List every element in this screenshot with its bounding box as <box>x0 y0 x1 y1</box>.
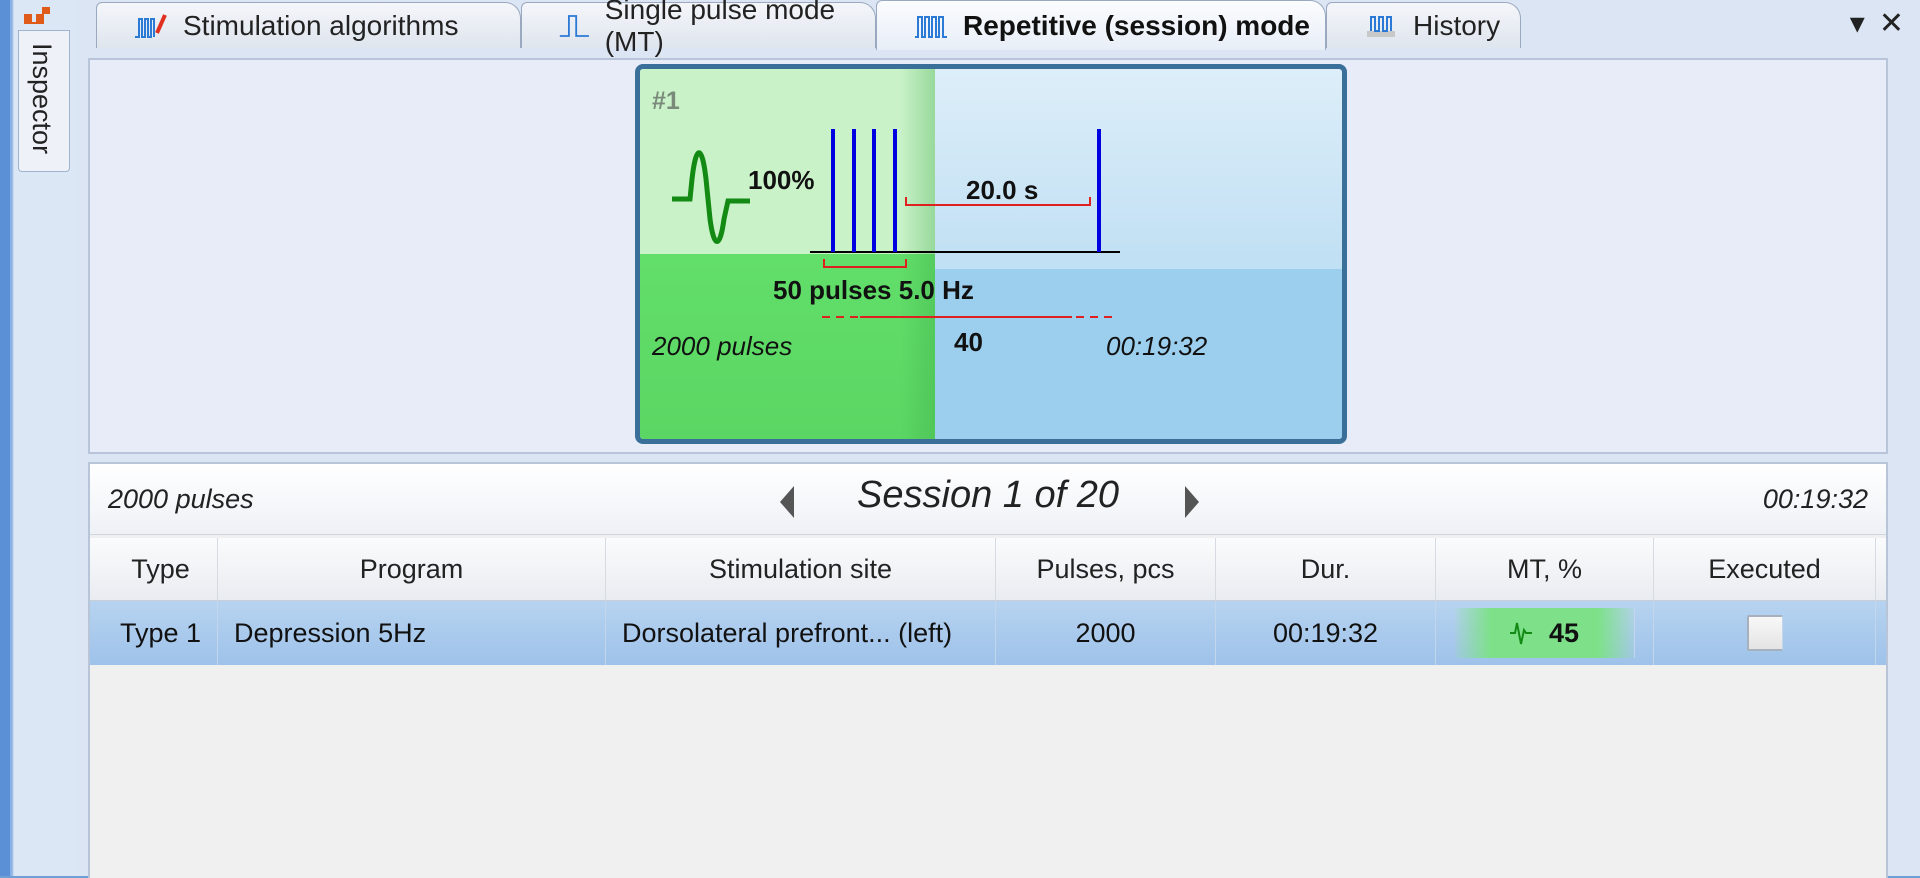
train-bracket <box>823 259 907 268</box>
session-title: Session 1 of 20 <box>857 474 1119 516</box>
waveform-icon <box>672 150 750 244</box>
tab-label: History <box>1413 9 1501 41</box>
session-duration: 00:19:32 <box>1762 484 1868 514</box>
window-edge <box>0 0 10 876</box>
header-pulses[interactable]: Pulses, pcs <box>996 538 1216 600</box>
tab-label: Repetitive (session) mode <box>963 9 1310 41</box>
tab-controls: ▾ ✕ <box>1850 6 1904 41</box>
table-header: Type Program Stimulation site Pulses, pc… <box>90 538 1886 601</box>
session-navigation-bar: 2000 pulses Session 1 of 20 00:19:32 <box>90 464 1886 535</box>
card-interval: 20.0 s <box>966 175 1039 205</box>
cell-pulses: 2000 <box>996 601 1216 665</box>
single-pulse-icon <box>559 14 589 37</box>
tab-repetitive-mode[interactable]: Repetitive (session) mode <box>876 0 1326 50</box>
waveform-icon <box>1509 622 1532 645</box>
session-table: Type Program Stimulation site Pulses, pc… <box>90 538 1886 665</box>
session-table-area: 2000 pulses Session 1 of 20 00:19:32 Typ… <box>88 462 1888 878</box>
executed-checkbox[interactable] <box>1746 615 1783 651</box>
pulse-diagram <box>672 129 1120 318</box>
mt-value: 45 <box>1548 617 1580 648</box>
main-panel: Stimulation algorithms Single pulse mode… <box>78 0 1920 878</box>
cell-mt[interactable]: 45 <box>1436 601 1654 665</box>
card-intensity: 100% <box>748 165 815 195</box>
protocol-card[interactable]: #1 100% 20.0 s 50 pulses 5.0 Hz 40 2000 … <box>635 64 1347 444</box>
header-mt[interactable]: MT, % <box>1436 538 1654 600</box>
cell-stimulation-site: Dorsolateral prefront... (left) <box>606 601 996 665</box>
protocol-preview-area: #1 100% 20.0 s 50 pulses 5.0 Hz 40 2000 … <box>88 58 1888 454</box>
table-row[interactable]: Type 1 Depression 5Hz Dorsolateral prefr… <box>90 601 1886 665</box>
cell-duration: 00:19:32 <box>1216 601 1436 665</box>
cell-type: Type 1 <box>104 601 218 665</box>
card-duration: 00:19:32 <box>1106 331 1208 361</box>
cell-executed <box>1654 601 1876 665</box>
card-trains-count: 40 <box>954 327 983 357</box>
pulse-edit-icon <box>135 13 167 38</box>
card-number: #1 <box>652 87 680 115</box>
hierarchy-icon[interactable] <box>22 6 58 30</box>
close-icon[interactable]: ✕ <box>1879 6 1904 41</box>
tab-stimulation-algorithms[interactable]: Stimulation algorithms <box>96 2 521 48</box>
card-train: 50 pulses 5.0 Hz <box>773 275 974 305</box>
header-program[interactable]: Program <box>218 538 606 600</box>
card-total-pulses: 2000 pulses <box>652 331 793 361</box>
history-icon <box>1367 15 1395 37</box>
next-session-arrow-icon[interactable] <box>1185 486 1199 518</box>
tab-history[interactable]: History <box>1326 2 1521 48</box>
repetitive-pulse-icon <box>915 15 947 38</box>
header-duration[interactable]: Dur. <box>1216 538 1436 600</box>
mt-badge: 45 <box>1454 608 1635 658</box>
inspector-tab[interactable]: Inspector <box>18 30 70 172</box>
cell-program: Depression 5Hz <box>218 601 606 665</box>
tab-label: Single pulse mode (MT) <box>604 0 836 57</box>
tab-label: Stimulation algorithms <box>183 9 459 41</box>
tab-bar: Stimulation algorithms Single pulse mode… <box>78 0 1920 57</box>
inspector-label: Inspector <box>27 43 57 155</box>
tab-menu-icon[interactable]: ▾ <box>1850 6 1865 41</box>
header-type[interactable]: Type <box>104 538 218 600</box>
left-dock-strip: Inspector <box>0 0 78 876</box>
tab-single-pulse-mode[interactable]: Single pulse mode (MT) <box>521 0 876 57</box>
header-stimulation-site[interactable]: Stimulation site <box>606 538 996 600</box>
header-executed[interactable]: Executed <box>1654 538 1876 600</box>
